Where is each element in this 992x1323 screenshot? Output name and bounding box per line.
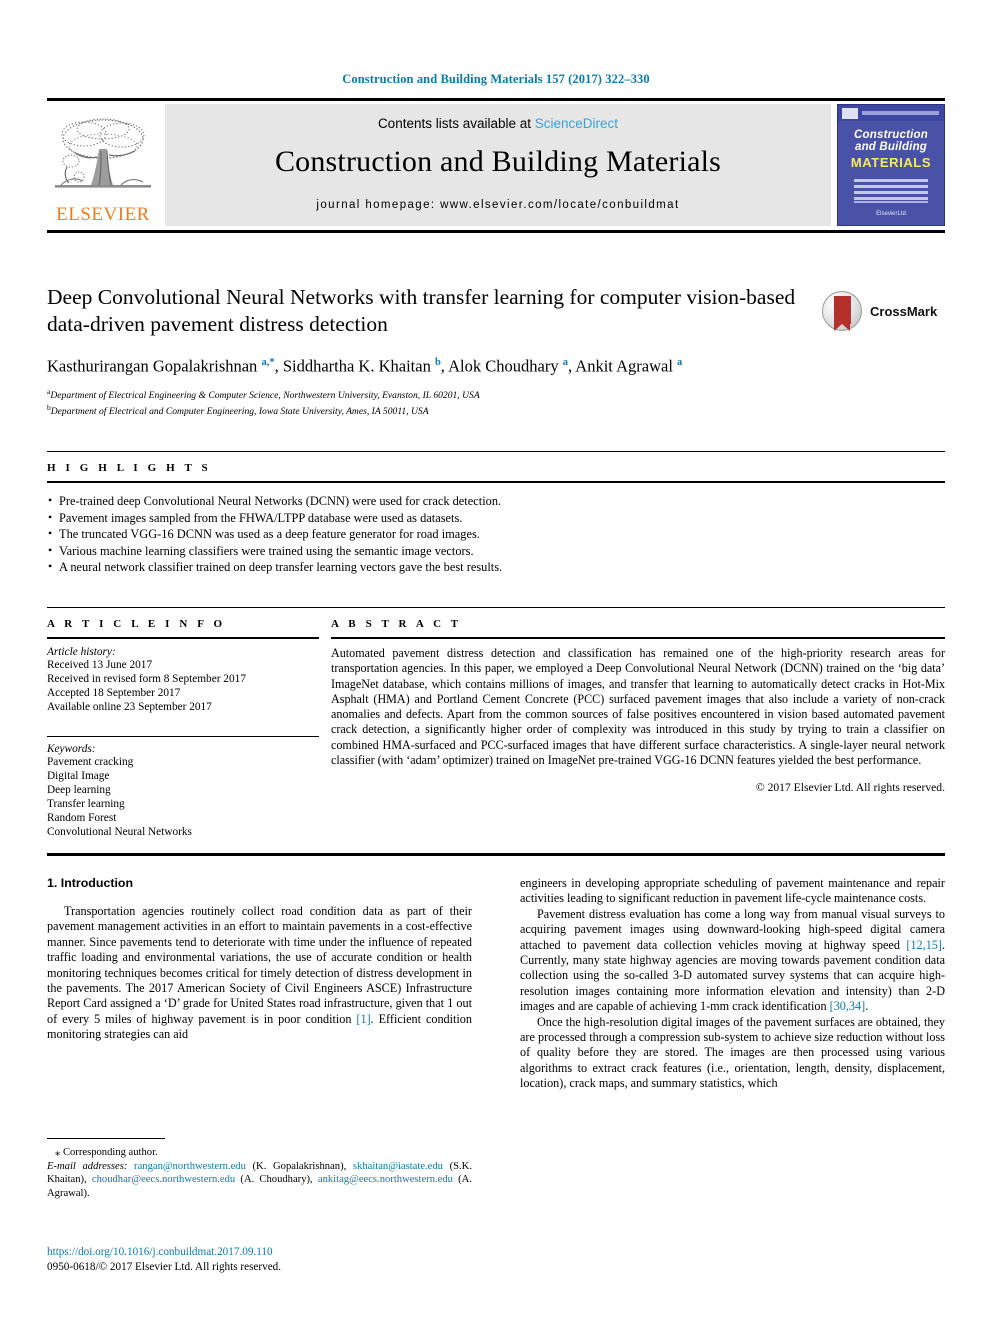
- abstract-text: Automated pavement distress detection an…: [331, 646, 945, 768]
- citation-ref[interactable]: [30,34]: [830, 999, 866, 1013]
- article-info-rule: [47, 637, 319, 639]
- highlights-list: Pre-trained deep Convolutional Neural Ne…: [47, 492, 945, 576]
- cover-topbar-rule: [862, 110, 939, 115]
- article-info-label: A R T I C L E I N F O: [47, 618, 226, 630]
- email-link[interactable]: rangan@northwestern.edu: [134, 1161, 246, 1172]
- elsevier-tree-icon: [55, 118, 151, 188]
- cover-title-line2: and Building: [854, 140, 928, 153]
- masthead-top-rule: [47, 98, 945, 101]
- author-list: Kasthurirangan Gopalakrishnan a,*, Siddh…: [47, 356, 683, 376]
- masthead-bottom-rule: [47, 229, 945, 233]
- page-title: Deep Convolutional Neural Networks with …: [47, 285, 796, 336]
- info-abstract-top-rule: [47, 607, 945, 608]
- keywords-title: Keywords:: [47, 743, 96, 755]
- doi-link[interactable]: https://doi.org/10.1016/j.conbuildmat.20…: [47, 1245, 472, 1260]
- article-history-title: Article history:: [47, 646, 116, 658]
- history-item: Accepted 18 September 2017: [47, 687, 181, 699]
- article-info-column: Article history: Received 13 June 2017 R…: [47, 637, 319, 839]
- list-item: Various machine learning classifiers wer…: [47, 542, 945, 560]
- paragraph: Transportation agencies routinely collec…: [47, 904, 472, 1043]
- journal-title: Construction and Building Materials: [274, 144, 722, 178]
- history-item: Received in revised form 8 September 201…: [47, 673, 246, 685]
- citation-ref[interactable]: [12,15]: [906, 938, 942, 952]
- corresponding-author-note: ⁎ Corresponding author.: [55, 1147, 158, 1158]
- keyword-item: Convolutional Neural Networks: [47, 826, 192, 838]
- paragraph: Pavement distress evaluation has come a …: [520, 907, 945, 1015]
- email-addresses-note: E-mail addresses: rangan@northwestern.ed…: [47, 1160, 472, 1199]
- history-item: Available online 23 September 2017: [47, 701, 212, 713]
- masthead-center: Contents lists available at ScienceDirec…: [165, 103, 831, 226]
- affiliation-b: bDepartment of Electrical and Computer E…: [47, 402, 807, 419]
- title-block: Deep Convolutional Neural Networks with …: [47, 284, 807, 419]
- crossmark-label: CrossMark: [870, 303, 938, 319]
- cover-title-line1: Construction: [854, 128, 928, 141]
- affiliation-list: aDepartment of Electrical Engineering & …: [47, 386, 807, 419]
- list-item: The truncated VGG-16 DCNN was used as a …: [47, 525, 945, 543]
- highlights-label: H I G H L I G H T S: [47, 462, 212, 474]
- copyright-line: © 2017 Elsevier Ltd. All rights reserved…: [755, 781, 945, 795]
- journal-homepage-link[interactable]: journal homepage: www.elsevier.com/locat…: [316, 199, 679, 211]
- paragraph-text-tail: .: [865, 999, 869, 1014]
- footnote-rule: [47, 1138, 165, 1139]
- paragraph: Once the high-resolution digital images …: [520, 1014, 945, 1091]
- info-abstract-bottom-rule: [47, 853, 945, 856]
- affiliation-a: aDepartment of Electrical Engineering & …: [47, 386, 807, 403]
- cover-elsevier-icon: [842, 107, 858, 119]
- highlights-section: H I G H L I G H T S Pre-trained deep Con…: [47, 451, 945, 576]
- info-abstract-section: A R T I C L E I N F O A B S T R A C T Ar…: [47, 607, 945, 856]
- keywords-rule: [47, 736, 319, 737]
- email-owner: (A. Choudhary): [240, 1174, 311, 1186]
- abstract-rule: [331, 637, 945, 639]
- keyword-item: Pavement cracking: [47, 756, 134, 768]
- affiliation-text-a: Department of Electrical Engineering & C…: [50, 389, 480, 401]
- keywords-block: Keywords: Pavement cracking Digital Imag…: [47, 736, 319, 839]
- email-link[interactable]: skhaitan@iastate.edu: [353, 1161, 443, 1172]
- right-column: engineers in developing appropriate sche…: [520, 876, 945, 1092]
- affiliation-text-b: Department of Electrical and Computer En…: [50, 406, 429, 418]
- list-item: A neural network classifier trained on d…: [47, 558, 945, 576]
- email-link[interactable]: ankitag@eecs.northwestern.edu: [318, 1174, 453, 1185]
- cover-title-line3: MATERIALS: [850, 154, 932, 170]
- abstract-column: Automated pavement distress detection an…: [331, 637, 945, 839]
- footnote-block: ⁎ Corresponding author. E-mail addresses…: [47, 1138, 472, 1200]
- email-label: E-mail addresses:: [47, 1160, 128, 1172]
- issn-copyright-line: 0950-0618/© 2017 Elsevier Ltd. All right…: [47, 1261, 282, 1273]
- history-item: Received 13 June 2017: [47, 659, 153, 671]
- running-head: Construction and Building Materials 157 …: [342, 72, 650, 86]
- journal-cover-image: Construction and Building MATERIALS Else…: [837, 103, 945, 226]
- keyword-item: Transfer learning: [47, 798, 125, 810]
- list-item: Pavement images sampled from the FHWA/LT…: [47, 509, 945, 527]
- paragraph: engineers in developing appropriate sche…: [520, 876, 945, 906]
- journal-masthead: ELSEVIER Contents lists available at Sci…: [47, 98, 945, 233]
- crossmark-icon: [822, 291, 862, 331]
- cover-topbar: [838, 104, 944, 121]
- paper-page: Construction and Building Materials 157 …: [0, 0, 992, 1323]
- section-heading-introduction: 1. Introduction: [47, 876, 134, 890]
- list-item: Pre-trained deep Convolutional Neural Ne…: [47, 492, 945, 510]
- email-owner: (K. Gopalakrishnan): [252, 1160, 344, 1172]
- left-column: 1. Introduction Transportation agencies …: [47, 876, 472, 1092]
- cover-publisher-text: ElsevierLtd: [876, 210, 906, 217]
- highlights-under-rule: [47, 481, 945, 483]
- elsevier-wordmark: ELSEVIER: [56, 203, 150, 225]
- elsevier-logo: ELSEVIER: [47, 104, 159, 226]
- keyword-item: Random Forest: [47, 812, 117, 824]
- paragraph-text: Pavement distress evaluation has come a …: [520, 906, 945, 952]
- abstract-label: A B S T R A C T: [331, 618, 462, 630]
- keyword-item: Digital Image: [47, 770, 110, 782]
- contents-available-line: Contents lists available at ScienceDirec…: [378, 116, 618, 131]
- keyword-item: Deep learning: [47, 784, 111, 796]
- cover-bottom-rule: [854, 200, 928, 203]
- email-link[interactable]: choudhar@eecs.northwestern.edu: [92, 1174, 235, 1185]
- citation-ref[interactable]: [1]: [356, 1012, 370, 1026]
- doi-block: https://doi.org/10.1016/j.conbuildmat.20…: [47, 1245, 472, 1275]
- contents-prefix: Contents lists available at: [377, 115, 535, 131]
- body-columns: 1. Introduction Transportation agencies …: [47, 876, 945, 1092]
- crossmark-badge[interactable]: CrossMark: [822, 290, 940, 332]
- paragraph-text: Transportation agencies routinely collec…: [47, 904, 472, 1026]
- cover-subtitle-lines: [854, 178, 928, 203]
- sciencedirect-link[interactable]: ScienceDirect: [535, 116, 618, 131]
- highlights-top-rule: [47, 451, 945, 452]
